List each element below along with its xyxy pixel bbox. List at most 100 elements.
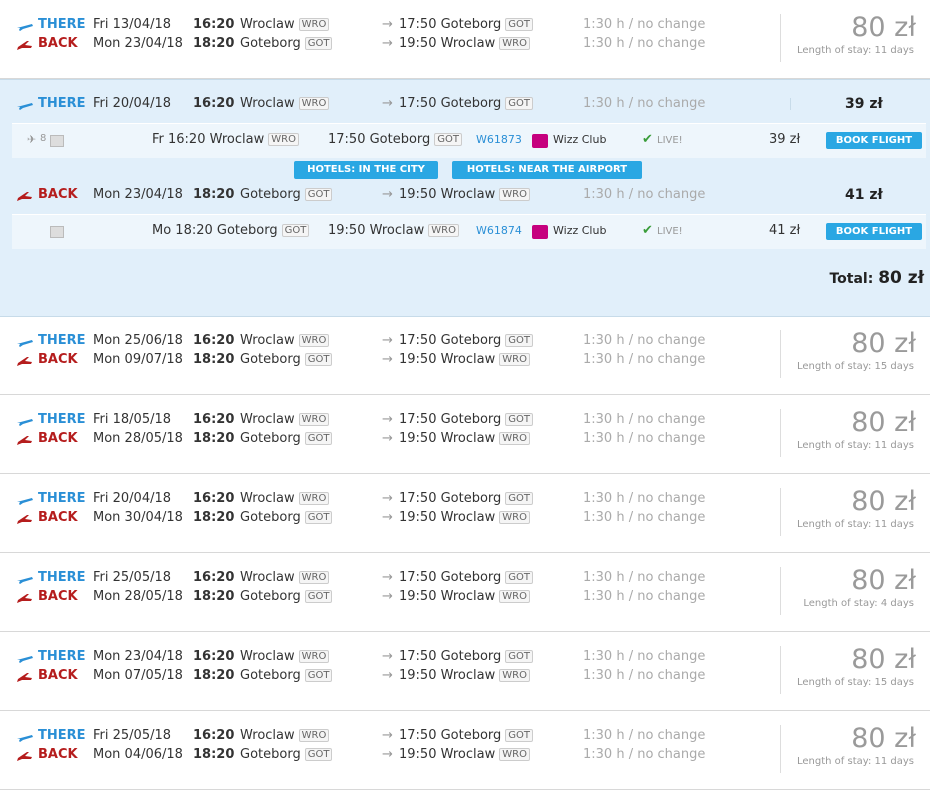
- flight-duration: 1:30 h / no change: [583, 649, 706, 664]
- back-label: BACK: [38, 589, 78, 604]
- there-leg: THERE Fri 13/04/18 16:20 Wroclaw WRO → 17:50 G…: [0, 17, 930, 36]
- there-leg: THERE Mon 25/06/18 16:20 Wroclaw WRO → 17:50 G…: [0, 333, 930, 352]
- airport-code-badge: WRO: [298, 571, 330, 584]
- arrival-time-city: 19:50 Wroclaw WRO: [399, 36, 530, 51]
- flight-date: Mon 07/05/18: [93, 668, 183, 683]
- airport-code-badge: WRO: [499, 669, 530, 682]
- arrow-icon: →: [382, 333, 393, 348]
- flight-result-row[interactable]: THERE Fri 20/04/18 16:20 Wroclaw WRO → 17:50 G…: [0, 474, 930, 553]
- flight-result-row[interactable]: THERE Fri 25/05/18 16:20 Wroclaw WRO → 17:50 G…: [0, 553, 930, 632]
- flight-date: Mon 28/05/18: [93, 431, 183, 446]
- back-label: BACK: [38, 668, 78, 683]
- airline-logo-icon: [532, 225, 548, 239]
- back-leg: BACK Mon 07/05/18 18:20 Goteborg GOT → 19:50 W…: [0, 668, 930, 687]
- arrow-icon: →: [382, 668, 393, 683]
- flight-duration: 1:30 h / no change: [583, 747, 706, 762]
- length-of-stay: Length of stay: 11 days: [797, 756, 914, 767]
- departure-city: Goteborg GOT: [240, 510, 333, 525]
- flight-date: Fri 25/05/18: [93, 570, 172, 585]
- live-indicator: LIVE!: [657, 135, 683, 146]
- airport-code-badge: WRO: [298, 18, 330, 31]
- there-price: 39 zł: [845, 96, 883, 112]
- arrow-icon: →: [382, 510, 393, 525]
- airline-name: Wizz Club: [553, 133, 607, 146]
- total-price: Total: 80 zł: [829, 268, 924, 288]
- there-label: THERE: [38, 649, 86, 664]
- departure-city: Goteborg GOT: [240, 668, 333, 683]
- detail-arrival: 19:50 Wroclaw WRO: [328, 223, 459, 238]
- arrow-icon: →: [382, 352, 393, 367]
- airport-code-badge: GOT: [304, 669, 333, 682]
- departure-city: Wroclaw WRO: [240, 17, 330, 32]
- airline-name: Wizz Club: [553, 224, 607, 237]
- flight-result-row[interactable]: THERE Mon 23/04/18 16:20 Wroclaw WRO → 17:50 G…: [0, 632, 930, 711]
- airport-code-badge: WRO: [298, 650, 330, 663]
- detail-arrival: 17:50 Goteborg GOT: [328, 132, 463, 147]
- airport-code-badge: GOT: [304, 432, 333, 445]
- plane-departure-icon: [17, 577, 33, 584]
- departure-city: Goteborg GOT: [240, 589, 333, 604]
- flight-date: Fri 18/05/18: [93, 412, 172, 427]
- departure-city: Wroclaw WRO: [240, 333, 330, 348]
- seat-count: 8: [40, 133, 47, 144]
- airport-code-badge: WRO: [428, 224, 459, 237]
- arrival-time-city: 17:50 Goteborg GOT: [399, 333, 534, 348]
- book-flight-button[interactable]: BOOK FLIGHT: [826, 223, 922, 240]
- departure-time: 16:20: [193, 96, 235, 111]
- arrow-icon: →: [382, 728, 393, 743]
- arrow-icon: →: [382, 187, 393, 202]
- length-of-stay: Length of stay: 11 days: [797, 440, 914, 451]
- departure-time: 18:20: [193, 510, 235, 525]
- detail-departure: Fr 16:20 Wroclaw WRO: [152, 132, 299, 147]
- plane-departure-icon: [17, 419, 33, 426]
- back-label: BACK: [38, 187, 78, 202]
- divider: [780, 409, 781, 457]
- length-of-stay: Length of stay: 15 days: [797, 677, 914, 688]
- arrow-icon: →: [382, 36, 393, 51]
- flight-result-row[interactable]: THERE Fri 25/05/18 16:20 Wroclaw WRO → 17:50 G…: [0, 711, 930, 790]
- airport-code-badge: GOT: [281, 224, 310, 237]
- flight-date: Fri 20/04/18: [93, 96, 172, 111]
- there-label: THERE: [38, 728, 86, 743]
- flight-detail-row: Mo 18:20 Goteborg GOT 19:50 Wroclaw WRO W618…: [12, 214, 926, 249]
- flight-result-row[interactable]: THERE Mon 25/06/18 16:20 Wroclaw WRO → 17:50 G…: [0, 316, 930, 395]
- airport-code-badge: GOT: [505, 334, 534, 347]
- hotels-near-airport-button[interactable]: HOTELS: NEAR THE AIRPORT: [452, 161, 642, 179]
- there-leg: THERE Fri 18/05/18 16:20 Wroclaw WRO → 17:50 G…: [0, 412, 930, 431]
- arrow-icon: →: [382, 589, 393, 604]
- flight-date: Mon 04/06/18: [93, 747, 183, 762]
- flight-number-link[interactable]: W61874: [476, 224, 522, 237]
- result-price: 80 zł: [851, 486, 916, 517]
- flight-date: Fri 20/04/18: [93, 491, 172, 506]
- back-leg: BACK Mon 23/04/18 18:20 Goteborg GOT → 19:50 W…: [0, 36, 930, 55]
- airport-code-badge: WRO: [499, 188, 530, 201]
- arrival-time-city: 17:50 Goteborg GOT: [399, 491, 534, 506]
- flight-result-row[interactable]: THERE Fri 18/05/18 16:20 Wroclaw WRO → 17:50 G…: [0, 395, 930, 474]
- arrival-time-city: 19:50 Wroclaw WRO: [399, 431, 530, 446]
- book-flight-button[interactable]: BOOK FLIGHT: [826, 132, 922, 149]
- flight-duration: 1:30 h / no change: [583, 510, 706, 525]
- flight-result-row[interactable]: THERE Fri 13/04/18 16:20 Wroclaw WRO → 17:50 G…: [0, 0, 930, 79]
- divider: [780, 488, 781, 536]
- arrow-icon: →: [382, 570, 393, 585]
- back-leg: BACK Mon 30/04/18 18:20 Goteborg GOT → 19:50 W…: [0, 510, 930, 529]
- departure-time: 18:20: [193, 352, 235, 367]
- seat-icon: ✈: [27, 133, 37, 146]
- divider: [780, 567, 781, 615]
- airport-code-badge: GOT: [434, 133, 463, 146]
- flight-date: Mon 23/04/18: [93, 36, 183, 51]
- flight-number-link[interactable]: W61873: [476, 133, 522, 146]
- length-of-stay: Length of stay: 4 days: [803, 598, 914, 609]
- airport-code-badge: GOT: [304, 511, 333, 524]
- length-of-stay: Length of stay: 15 days: [797, 361, 914, 372]
- airport-code-badge: GOT: [304, 590, 333, 603]
- plane-return-icon: [17, 357, 32, 366]
- hotels-in-city-button[interactable]: HOTELS: IN THE CITY: [294, 161, 438, 179]
- departure-city: Wroclaw WRO: [240, 412, 330, 427]
- flight-duration: 1:30 h / no change: [583, 96, 706, 111]
- flight-date: Mon 30/04/18: [93, 510, 183, 525]
- airport-code-badge: GOT: [505, 492, 534, 505]
- plane-return-icon: [17, 594, 32, 603]
- airport-code-badge: GOT: [505, 97, 534, 110]
- there-label: THERE: [38, 17, 86, 32]
